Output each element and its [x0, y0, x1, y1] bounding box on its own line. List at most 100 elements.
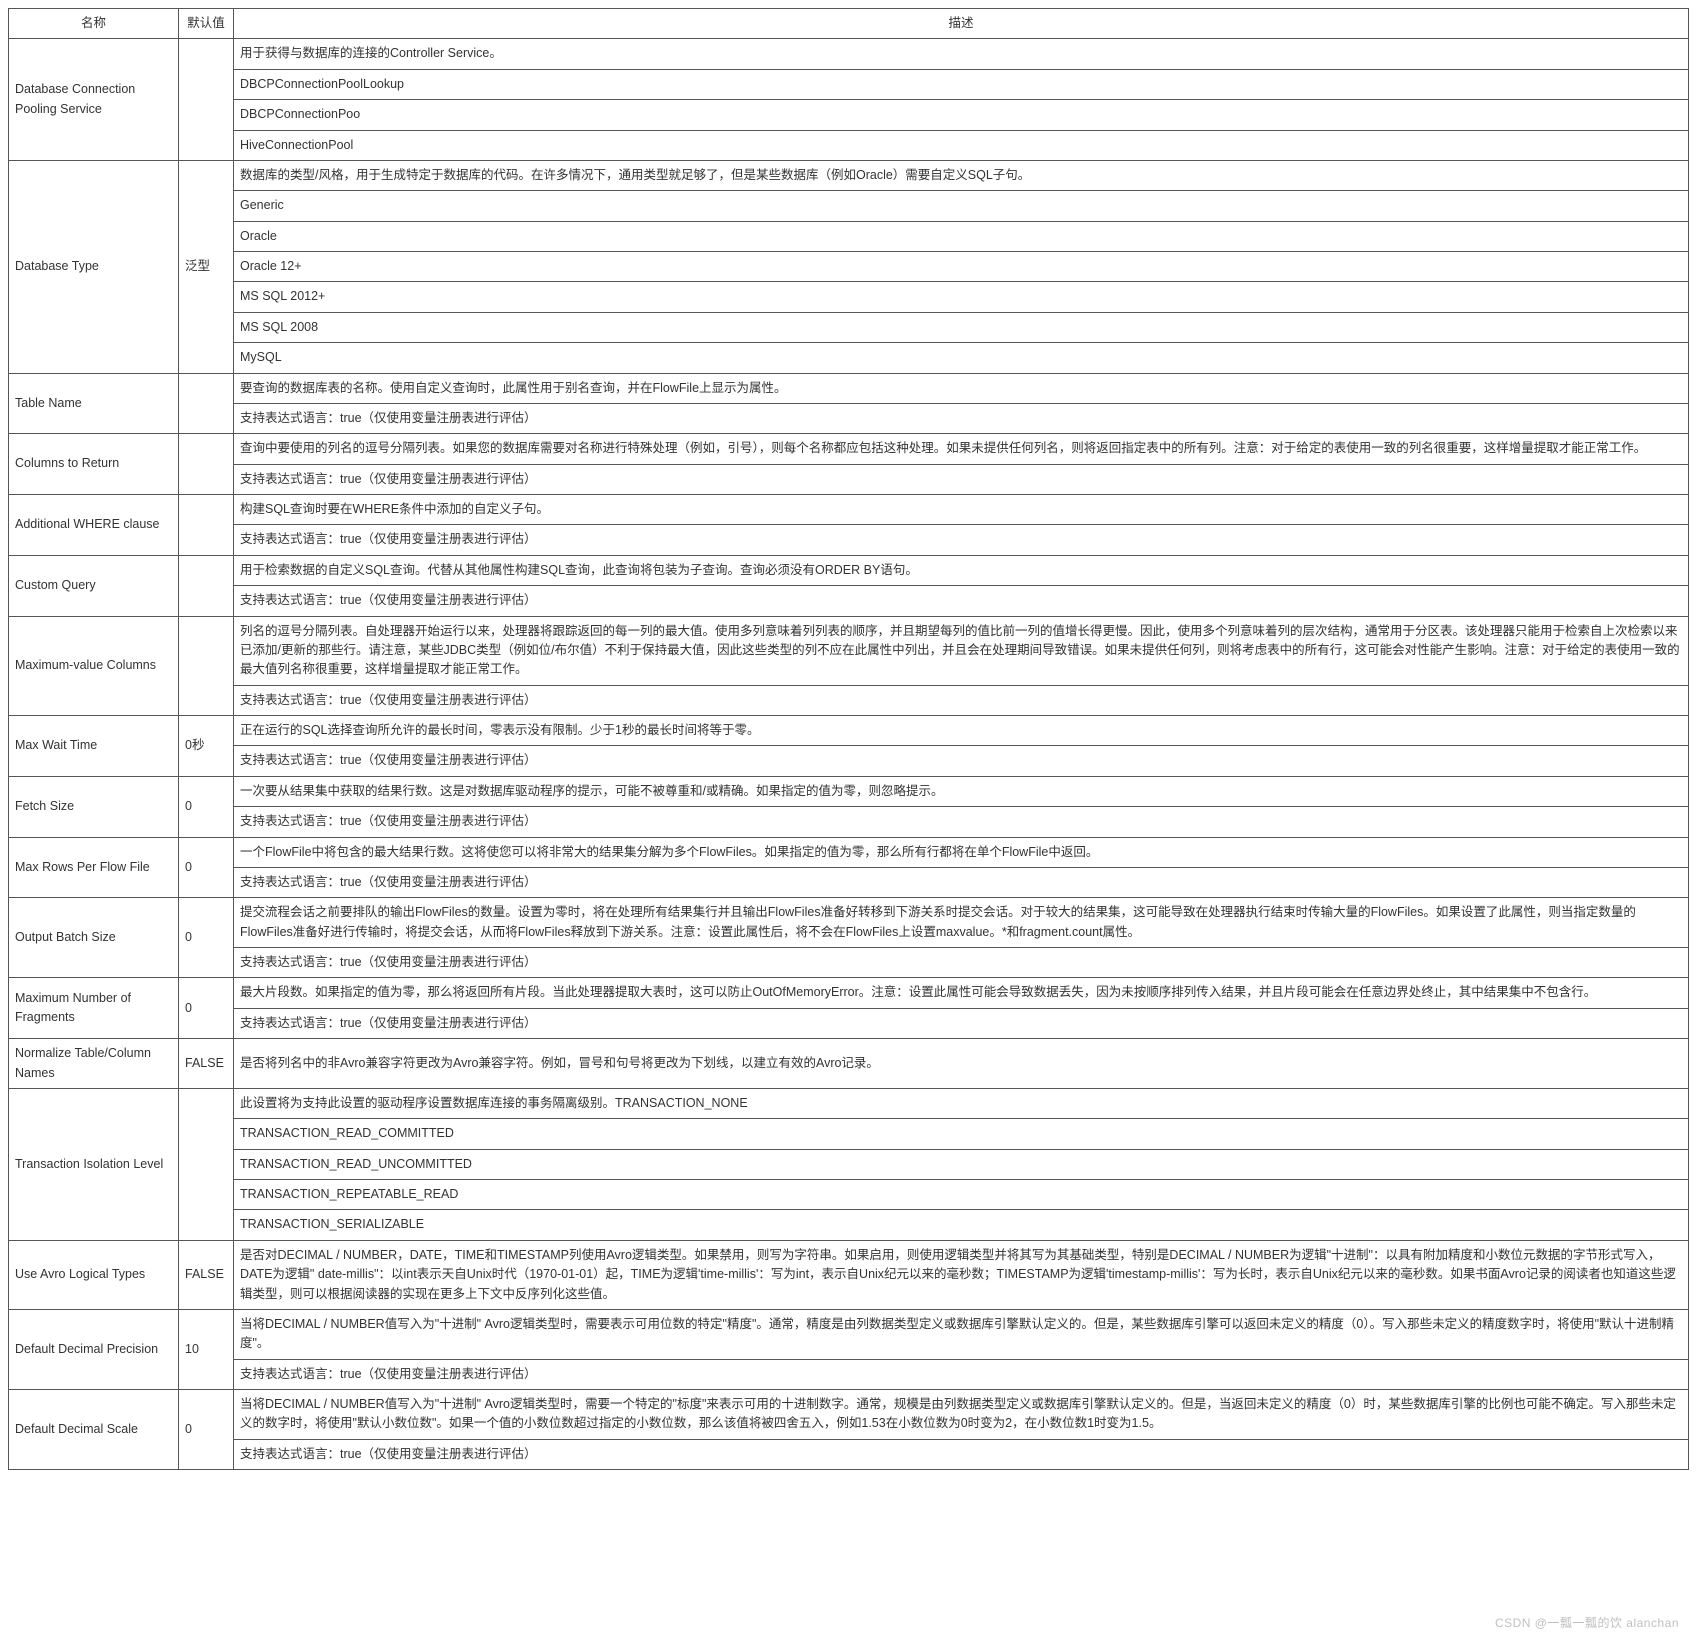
table-row: TRANSACTION_SERIALIZABLE	[9, 1210, 1689, 1240]
table-row: Oracle	[9, 221, 1689, 251]
property-desc: 支持表达式语言：true（仅使用变量注册表进行评估）	[234, 1439, 1689, 1469]
property-name: Database Connection Pooling Service	[9, 39, 179, 161]
table-row: 支持表达式语言：true（仅使用变量注册表进行评估）	[9, 464, 1689, 494]
property-desc: 当将DECIMAL / NUMBER值写入为"十进制" Avro逻辑类型时，需要…	[234, 1390, 1689, 1440]
property-desc: HiveConnectionPool	[234, 130, 1689, 160]
property-desc: 是否将列名中的非Avro兼容字符更改为Avro兼容字符。例如，冒号和句号将更改为…	[234, 1039, 1689, 1089]
property-desc: Oracle	[234, 221, 1689, 251]
property-desc: TRANSACTION_SERIALIZABLE	[234, 1210, 1689, 1240]
property-desc: 要查询的数据库表的名称。使用自定义查询时，此属性用于别名查询，并在FlowFil…	[234, 373, 1689, 403]
table-row: Database Type泛型数据库的类型/风格，用于生成特定于数据库的代码。在…	[9, 160, 1689, 190]
table-row: 支持表达式语言：true（仅使用变量注册表进行评估）	[9, 807, 1689, 837]
property-default: 10	[179, 1309, 234, 1389]
table-row: Generic	[9, 191, 1689, 221]
property-name: Max Rows Per Flow File	[9, 837, 179, 898]
property-desc: 支持表达式语言：true（仅使用变量注册表进行评估）	[234, 948, 1689, 978]
property-name: Output Batch Size	[9, 898, 179, 978]
property-desc: 提交流程会话之前要排队的输出FlowFiles的数量。设置为零时，将在处理所有结…	[234, 898, 1689, 948]
property-desc: 支持表达式语言：true（仅使用变量注册表进行评估）	[234, 685, 1689, 715]
property-default: 0	[179, 776, 234, 837]
property-desc: 支持表达式语言：true（仅使用变量注册表进行评估）	[234, 746, 1689, 776]
table-row: Maximum-value Columns列名的逗号分隔列表。自处理器开始运行以…	[9, 616, 1689, 685]
property-name: Additional WHERE clause	[9, 495, 179, 556]
property-default: FALSE	[179, 1240, 234, 1309]
table-row: Additional WHERE clause构建SQL查询时要在WHERE条件…	[9, 495, 1689, 525]
table-row: Default Decimal Precision10当将DECIMAL / N…	[9, 1309, 1689, 1359]
table-row: Maximum Number of Fragments0最大片段数。如果指定的值…	[9, 978, 1689, 1008]
property-name: Default Decimal Scale	[9, 1390, 179, 1470]
table-row: Use Avro Logical TypesFALSE是否对DECIMAL / …	[9, 1240, 1689, 1309]
table-row: Max Rows Per Flow File0一个FlowFile中将包含的最大…	[9, 837, 1689, 867]
property-default	[179, 39, 234, 161]
table-row: 支持表达式语言：true（仅使用变量注册表进行评估）	[9, 746, 1689, 776]
col-default: 默认值	[179, 9, 234, 39]
property-desc: 用于获得与数据库的连接的Controller Service。	[234, 39, 1689, 69]
property-desc: TRANSACTION_READ_UNCOMMITTED	[234, 1149, 1689, 1179]
property-desc: 此设置将为支持此设置的驱动程序设置数据库连接的事务隔离级别。TRANSACTIO…	[234, 1088, 1689, 1118]
property-name: Columns to Return	[9, 434, 179, 495]
property-name: Default Decimal Precision	[9, 1309, 179, 1389]
property-name: Maximum Number of Fragments	[9, 978, 179, 1039]
table-row: TRANSACTION_READ_UNCOMMITTED	[9, 1149, 1689, 1179]
property-default	[179, 495, 234, 556]
table-row: 支持表达式语言：true（仅使用变量注册表进行评估）	[9, 525, 1689, 555]
property-name: Max Wait Time	[9, 716, 179, 777]
property-desc: DBCPConnectionPoolLookup	[234, 69, 1689, 99]
property-desc: DBCPConnectionPoo	[234, 100, 1689, 130]
table-row: 支持表达式语言：true（仅使用变量注册表进行评估）	[9, 586, 1689, 616]
property-desc: MySQL	[234, 343, 1689, 373]
property-default	[179, 1088, 234, 1240]
table-row: Output Batch Size0提交流程会话之前要排队的输出FlowFile…	[9, 898, 1689, 948]
property-name: Normalize Table/Column Names	[9, 1039, 179, 1089]
property-name: Use Avro Logical Types	[9, 1240, 179, 1309]
property-desc: 是否对DECIMAL / NUMBER，DATE，TIME和TIMESTAMP列…	[234, 1240, 1689, 1309]
table-row: MS SQL 2008	[9, 312, 1689, 342]
property-desc: 支持表达式语言：true（仅使用变量注册表进行评估）	[234, 403, 1689, 433]
table-row: MySQL	[9, 343, 1689, 373]
property-default	[179, 434, 234, 495]
table-row: TRANSACTION_REPEATABLE_READ	[9, 1180, 1689, 1210]
property-desc: 支持表达式语言：true（仅使用变量注册表进行评估）	[234, 586, 1689, 616]
table-row: Columns to Return查询中要使用的列名的逗号分隔列表。如果您的数据…	[9, 434, 1689, 464]
property-desc: 支持表达式语言：true（仅使用变量注册表进行评估）	[234, 1008, 1689, 1038]
property-desc: 正在运行的SQL选择查询所允许的最长时间，零表示没有限制。少于1秒的最长时间将等…	[234, 716, 1689, 746]
table-row: Database Connection Pooling Service用于获得与…	[9, 39, 1689, 69]
property-desc: 支持表达式语言：true（仅使用变量注册表进行评估）	[234, 867, 1689, 897]
table-row: Oracle 12+	[9, 252, 1689, 282]
table-row: Fetch Size0一次要从结果集中获取的结果行数。这是对数据库驱动程序的提示…	[9, 776, 1689, 806]
property-desc: 用于检索数据的自定义SQL查询。代替从其他属性构建SQL查询，此查询将包装为子查…	[234, 555, 1689, 585]
watermark: CSDN @一瓢一瓢的饮 alanchan	[1495, 1614, 1679, 1631]
property-default: FALSE	[179, 1039, 234, 1089]
property-desc: TRANSACTION_REPEATABLE_READ	[234, 1180, 1689, 1210]
table-row: Max Wait Time0秒正在运行的SQL选择查询所允许的最长时间，零表示没…	[9, 716, 1689, 746]
property-name: Table Name	[9, 373, 179, 434]
property-name: Maximum-value Columns	[9, 616, 179, 716]
table-row: 支持表达式语言：true（仅使用变量注册表进行评估）	[9, 403, 1689, 433]
table-row: DBCPConnectionPoolLookup	[9, 69, 1689, 99]
property-desc: 查询中要使用的列名的逗号分隔列表。如果您的数据库需要对名称进行特殊处理（例如，引…	[234, 434, 1689, 464]
property-desc: 构建SQL查询时要在WHERE条件中添加的自定义子句。	[234, 495, 1689, 525]
property-default: 泛型	[179, 160, 234, 373]
property-desc: 支持表达式语言：true（仅使用变量注册表进行评估）	[234, 807, 1689, 837]
table-row: MS SQL 2012+	[9, 282, 1689, 312]
property-default: 0	[179, 898, 234, 978]
property-desc: MS SQL 2012+	[234, 282, 1689, 312]
table-row: 支持表达式语言：true（仅使用变量注册表进行评估）	[9, 867, 1689, 897]
property-desc: 一个FlowFile中将包含的最大结果行数。这将使您可以将非常大的结果集分解为多…	[234, 837, 1689, 867]
property-name: Custom Query	[9, 555, 179, 616]
property-default: 0秒	[179, 716, 234, 777]
property-desc: Oracle 12+	[234, 252, 1689, 282]
property-desc: TRANSACTION_READ_COMMITTED	[234, 1119, 1689, 1149]
table-row: Transaction Isolation Level此设置将为支持此设置的驱动…	[9, 1088, 1689, 1118]
property-desc: MS SQL 2008	[234, 312, 1689, 342]
table-row: TRANSACTION_READ_COMMITTED	[9, 1119, 1689, 1149]
table-row: 支持表达式语言：true（仅使用变量注册表进行评估）	[9, 1008, 1689, 1038]
property-desc: 数据库的类型/风格，用于生成特定于数据库的代码。在许多情况下，通用类型就足够了，…	[234, 160, 1689, 190]
property-desc: 一次要从结果集中获取的结果行数。这是对数据库驱动程序的提示，可能不被尊重和/或精…	[234, 776, 1689, 806]
property-default: 0	[179, 978, 234, 1039]
properties-table: 名称 默认值 描述 Database Connection Pooling Se…	[8, 8, 1689, 1470]
property-desc: 支持表达式语言：true（仅使用变量注册表进行评估）	[234, 1359, 1689, 1389]
property-default	[179, 373, 234, 434]
property-default: 0	[179, 1390, 234, 1470]
table-row: 支持表达式语言：true（仅使用变量注册表进行评估）	[9, 1439, 1689, 1469]
